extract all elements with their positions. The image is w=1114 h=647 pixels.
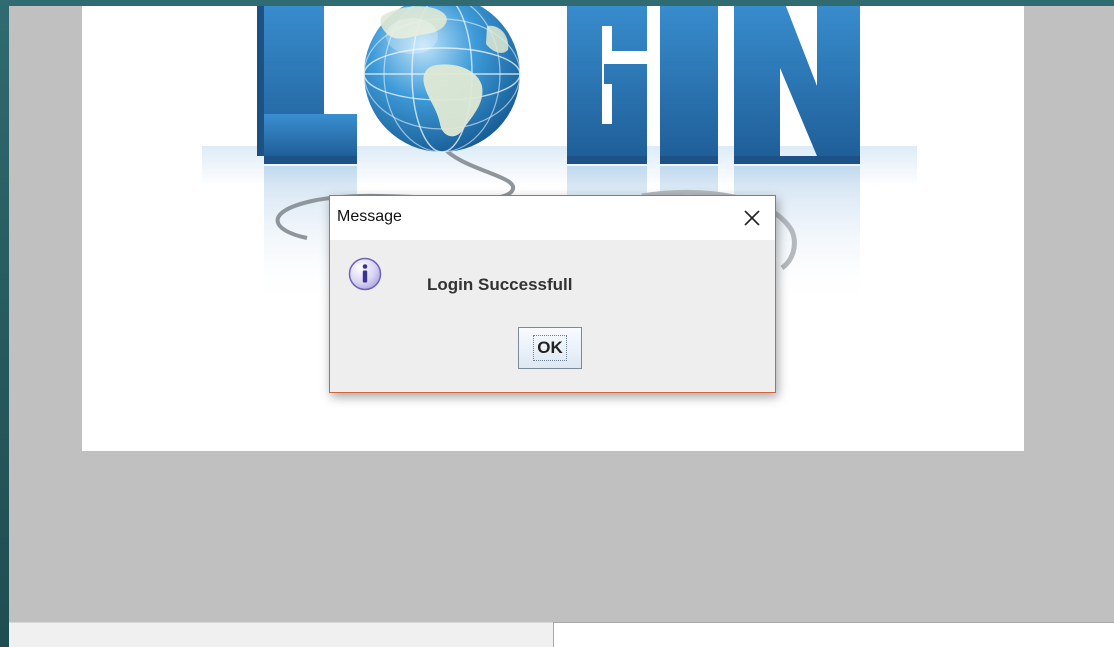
ok-button-label: OK [533, 335, 567, 361]
dialog-title: Message [337, 208, 402, 225]
message-dialog: Message Login Successfull OK [329, 195, 776, 393]
bottom-input-field[interactable] [553, 622, 1114, 647]
dialog-titlebar[interactable]: Message [330, 196, 775, 240]
info-icon [348, 257, 382, 291]
banner-letter-l [257, 6, 357, 164]
banner-letter-g [567, 6, 647, 164]
status-strip [9, 622, 553, 647]
ok-button[interactable]: OK [518, 327, 582, 369]
dialog-body: Login Successfull OK [330, 240, 775, 392]
message-text: Login Successfull [427, 275, 573, 294]
close-icon [744, 210, 760, 226]
globe-icon [363, 6, 521, 153]
close-button[interactable] [729, 196, 775, 240]
banner-letter-n [734, 6, 860, 164]
banner-letter-i [660, 6, 718, 164]
